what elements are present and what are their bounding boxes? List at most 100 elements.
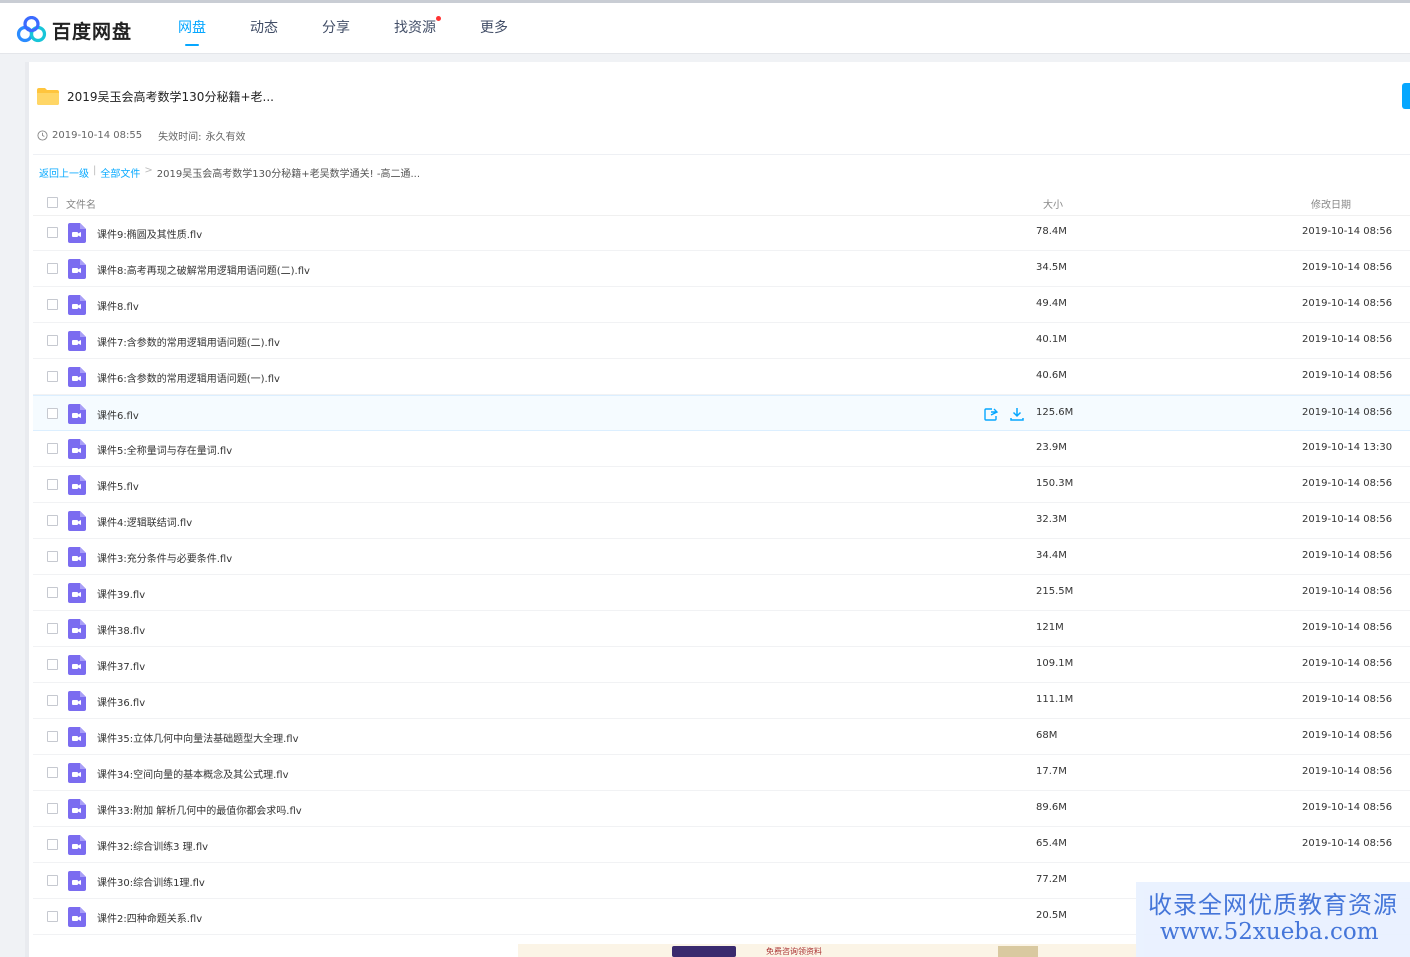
file-name[interactable]: 课件4:逻辑联结词.flv	[97, 514, 192, 529]
file-name[interactable]: 课件9:椭圆及其性质.flv	[97, 226, 202, 241]
file-name[interactable]: 课件32:综合训练3 理.flv	[97, 838, 208, 853]
file-name[interactable]: 课件6:含参数的常用逻辑用语问题(一).flv	[97, 370, 280, 385]
file-name[interactable]: 课件5.flv	[97, 478, 139, 493]
file-date: 2019-10-14 08:56	[1302, 802, 1393, 813]
row-checkbox[interactable]	[47, 839, 58, 850]
row-checkbox[interactable]	[47, 587, 58, 598]
file-name[interactable]: 课件3:充分条件与必要条件.flv	[97, 550, 232, 565]
table-row[interactable]: 课件8.flv 49.4M 2019-10-14 08:56	[33, 287, 1410, 323]
row-checkbox[interactable]	[47, 911, 58, 922]
file-date: 2019-10-14 08:56	[1302, 730, 1393, 741]
video-file-icon	[68, 763, 86, 783]
breadcrumb-separator: >	[144, 165, 153, 176]
file-name[interactable]: 课件38.flv	[97, 622, 145, 637]
all-files-link[interactable]: 全部文件	[100, 165, 140, 180]
back-link[interactable]: 返回上一级	[39, 165, 89, 180]
side-float-tab[interactable]	[1402, 83, 1410, 109]
file-size: 78.4M	[1036, 226, 1067, 237]
row-checkbox[interactable]	[47, 479, 58, 490]
file-date: 2019-10-14 08:56	[1302, 766, 1393, 777]
column-header-size[interactable]: 大小	[1043, 196, 1063, 211]
panel-left-strip	[25, 62, 29, 957]
row-checkbox[interactable]	[47, 371, 58, 382]
file-size: 89.6M	[1036, 802, 1067, 813]
file-name[interactable]: 课件5:全称量词与存在量词.flv	[97, 442, 232, 457]
file-size: 32.3M	[1036, 514, 1067, 525]
file-name[interactable]: 课件33:附加 解析几何中的最值你都会求吗.flv	[97, 802, 302, 817]
ad-banner[interactable]: 免费咨询领资料	[518, 944, 1136, 957]
file-name[interactable]: 课件30:综合训练1理.flv	[97, 874, 205, 889]
row-checkbox[interactable]	[47, 263, 58, 274]
row-checkbox[interactable]	[47, 767, 58, 778]
table-row[interactable]: 课件35:立体几何中向量法基础题型大全理.flv 68M 2019-10-14 08…	[33, 719, 1410, 755]
column-header-name[interactable]: 文件名	[66, 196, 96, 211]
row-checkbox[interactable]	[47, 515, 58, 526]
nav-item-netdisk[interactable]: 网盘	[178, 3, 206, 53]
table-row[interactable]: 课件8:高考再现之破解常用逻辑用语问题(二).flv 34.5M 2019-10-1…	[33, 251, 1410, 287]
breadcrumb-current: 2019吴玉会高考数学130分秘籍+老吴数学通关! -高二通...	[156, 169, 421, 180]
expire-label: 失效时间:	[158, 132, 202, 143]
share-icon[interactable]	[983, 406, 999, 422]
video-file-icon	[68, 907, 86, 927]
file-name[interactable]: 课件6.flv	[97, 407, 139, 422]
select-all-checkbox[interactable]	[47, 197, 58, 208]
ad-image	[672, 946, 736, 957]
watermark: 收录全网优质教育资源 www.52xueba.com	[1136, 882, 1410, 957]
file-name[interactable]: 课件35:立体几何中向量法基础题型大全理.flv	[97, 730, 299, 745]
table-row[interactable]: 课件9:椭圆及其性质.flv 78.4M 2019-10-14 08:56	[33, 215, 1410, 251]
nav-item-share[interactable]: 分享	[322, 3, 350, 53]
file-name[interactable]: 课件2:四种命题关系.flv	[97, 910, 202, 925]
file-name[interactable]: 课件8:高考再现之破解常用逻辑用语问题(二).flv	[97, 262, 310, 277]
row-checkbox[interactable]	[47, 299, 58, 310]
table-row[interactable]: 课件7:含参数的常用逻辑用语问题(二).flv 40.1M 2019-10-14 0…	[33, 323, 1410, 359]
table-row[interactable]: 课件3:充分条件与必要条件.flv 34.4M 2019-10-14 08:56	[33, 539, 1410, 575]
table-row[interactable]: 课件38.flv 121M 2019-10-14 08:56	[33, 611, 1410, 647]
table-row[interactable]: 课件37.flv 109.1M 2019-10-14 08:56	[33, 647, 1410, 683]
file-name[interactable]: 课件39.flv	[97, 586, 145, 601]
download-icon[interactable]	[1009, 406, 1025, 422]
row-checkbox[interactable]	[47, 551, 58, 562]
table-row[interactable]: 课件32:综合训练3 理.flv 65.4M 2019-10-14 08:56	[33, 827, 1410, 863]
column-header-date[interactable]: 修改日期	[1311, 196, 1351, 211]
row-checkbox[interactable]	[47, 695, 58, 706]
table-row[interactable]: 课件34:空间向量的基本概念及其公式理.flv 17.7M 2019-10-14 0…	[33, 755, 1410, 791]
row-checkbox[interactable]	[47, 803, 58, 814]
row-checkbox[interactable]	[47, 659, 58, 670]
row-checkbox[interactable]	[47, 335, 58, 346]
file-name[interactable]: 课件34:空间向量的基本概念及其公式理.flv	[97, 766, 289, 781]
row-checkbox[interactable]	[47, 623, 58, 634]
file-name[interactable]: 课件8.flv	[97, 298, 139, 313]
table-row[interactable]: 课件6:含参数的常用逻辑用语问题(一).flv 40.6M 2019-10-14 0…	[33, 359, 1410, 395]
file-date: 2019-10-14 08:56	[1302, 478, 1393, 489]
table-row[interactable]: 课件6.flv 125.6M 2019-10-14 08:56	[33, 395, 1410, 431]
nav-item-activity[interactable]: 动态	[250, 3, 278, 53]
table-row[interactable]: 课件36.flv 111.1M 2019-10-14 08:56	[33, 683, 1410, 719]
app-logo[interactable]: 百度网盘	[16, 15, 136, 45]
table-row[interactable]: 课件5.flv 150.3M 2019-10-14 08:56	[33, 467, 1410, 503]
row-checkbox[interactable]	[47, 227, 58, 238]
breadcrumb: 返回上一级 | 全部文件 > 2019吴玉会高考数学130分秘籍+老吴数学通关!…	[39, 165, 420, 180]
file-date: 2019-10-14 08:56	[1302, 658, 1393, 669]
video-file-icon	[68, 404, 86, 424]
row-checkbox[interactable]	[47, 731, 58, 742]
file-size: 34.5M	[1036, 262, 1067, 273]
row-checkbox[interactable]	[47, 408, 58, 419]
row-checkbox[interactable]	[47, 875, 58, 886]
file-size: 150.3M	[1036, 478, 1074, 489]
file-name[interactable]: 课件36.flv	[97, 694, 145, 709]
row-checkbox[interactable]	[47, 443, 58, 454]
video-file-icon	[68, 871, 86, 891]
file-date: 2019-10-14 08:56	[1302, 262, 1393, 273]
file-name[interactable]: 课件7:含参数的常用逻辑用语问题(二).flv	[97, 334, 280, 349]
file-size: 17.7M	[1036, 766, 1067, 777]
table-row[interactable]: 课件33:附加 解析几何中的最值你都会求吗.flv 89.6M 2019-10-14…	[33, 791, 1410, 827]
nav-item-find-resources[interactable]: 找资源	[394, 3, 441, 53]
file-size: 215.5M	[1036, 586, 1074, 597]
nav-item-more[interactable]: 更多	[480, 3, 508, 53]
table-row[interactable]: 课件39.flv 215.5M 2019-10-14 08:56	[33, 575, 1410, 611]
file-date: 2019-10-14 08:56	[1302, 622, 1393, 633]
table-row[interactable]: 课件5:全称量词与存在量词.flv 23.9M 2019-10-14 13:30	[33, 431, 1410, 467]
file-name[interactable]: 课件37.flv	[97, 658, 145, 673]
table-row[interactable]: 课件4:逻辑联结词.flv 32.3M 2019-10-14 08:56	[33, 503, 1410, 539]
file-date: 2019-10-14 08:56	[1302, 838, 1393, 849]
